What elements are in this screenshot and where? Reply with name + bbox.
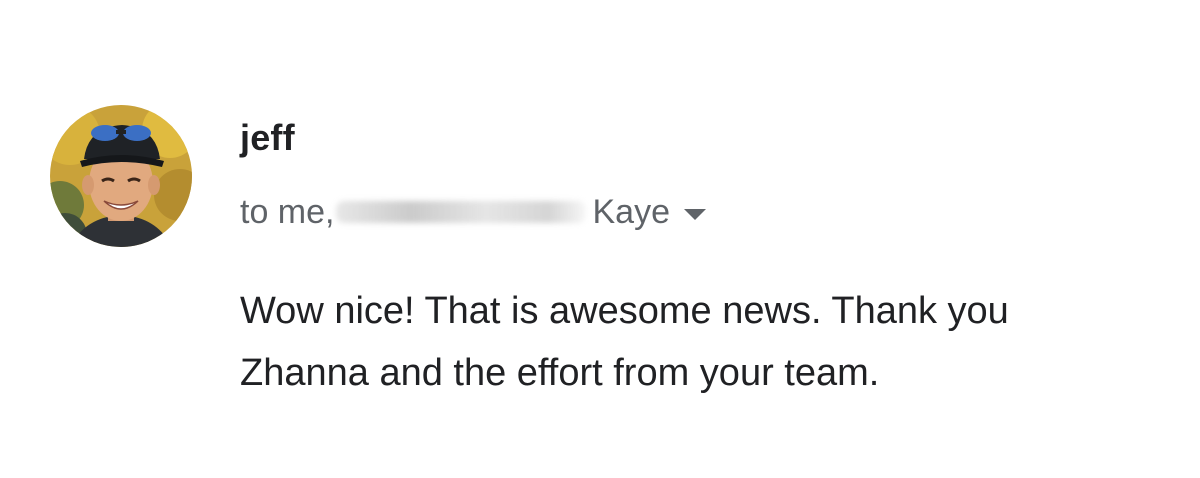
message-line-1: Wow nice! That is awesome news. Thank yo… <box>240 290 1009 332</box>
redacted-recipient <box>336 201 587 223</box>
avatar-photo <box>50 105 192 247</box>
email-message: jeff to me, Kaye Wow nice! That is aweso… <box>0 0 1200 478</box>
message-body: Wow nice! That is awesome news. Thank yo… <box>240 280 1170 404</box>
recipients-line[interactable]: to me, Kaye <box>240 192 706 232</box>
caret-down-icon[interactable] <box>683 208 706 220</box>
recipient-name: Kaye <box>592 193 670 231</box>
avatar[interactable] <box>50 105 192 247</box>
message-line-2: Zhanna and the effort from your team. <box>240 352 880 394</box>
sender-name[interactable]: jeff <box>240 120 295 156</box>
recipients-prefix: to me, <box>240 193 335 231</box>
